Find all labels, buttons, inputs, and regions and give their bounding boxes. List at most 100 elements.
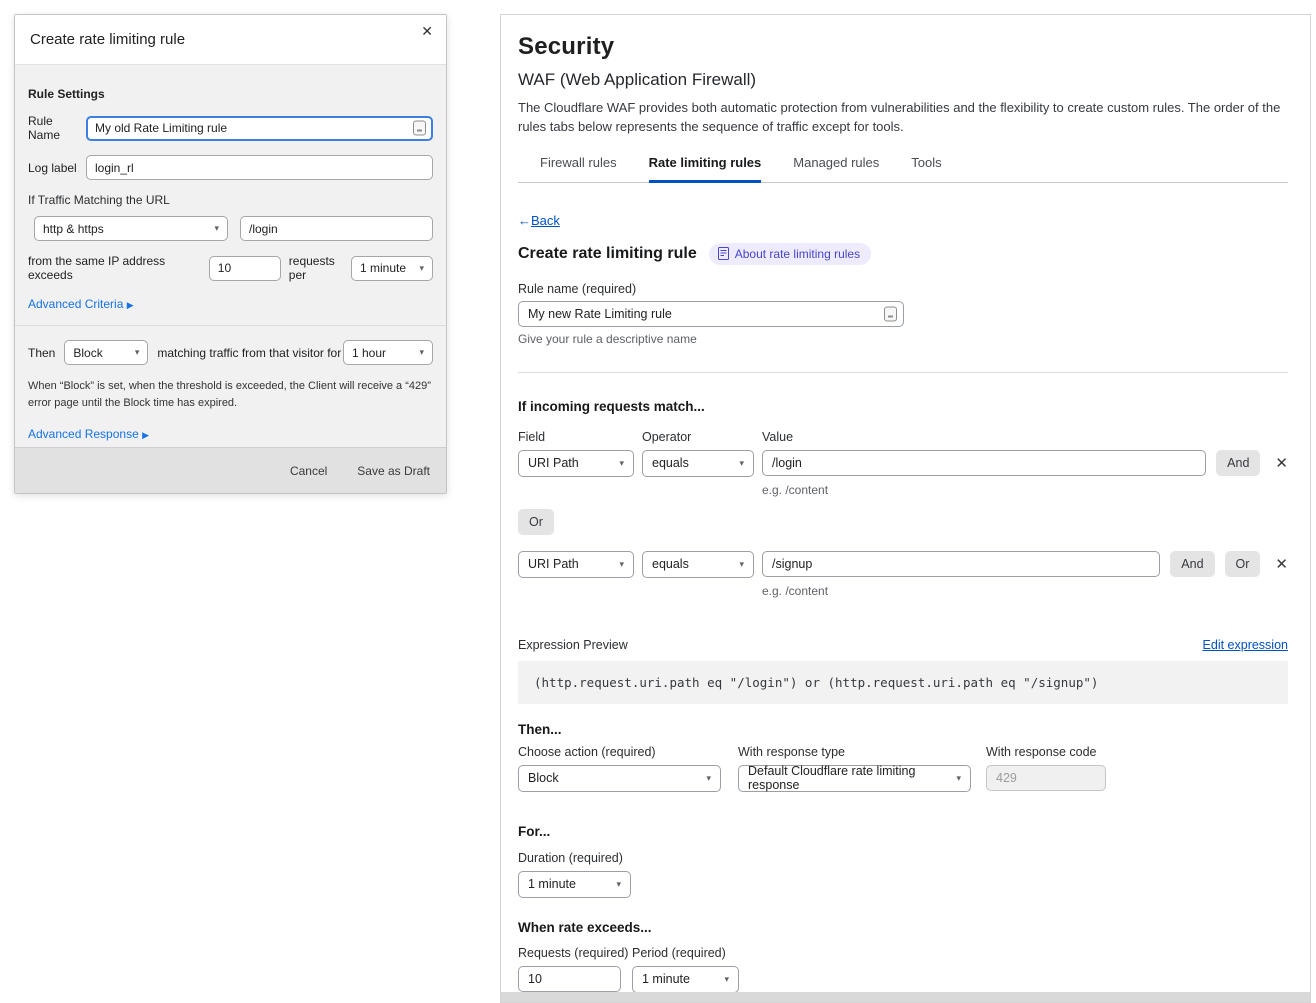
or-condition-button[interactable]: Or xyxy=(1225,551,1261,577)
page-description: The Cloudflare WAF provides both automat… xyxy=(518,99,1286,137)
value-input[interactable] xyxy=(762,551,1160,577)
log-label-input[interactable] xyxy=(86,155,433,180)
scheme-select[interactable]: http & https ▾ xyxy=(34,216,228,241)
then-text: Then xyxy=(28,346,55,360)
expression-preview-label: Expression Preview xyxy=(518,638,628,652)
chevron-down-icon: ▾ xyxy=(698,773,711,784)
duration-select[interactable]: 1 minute ▾ xyxy=(518,871,631,898)
operator-select[interactable]: equals ▾ xyxy=(642,450,754,477)
back-label: Back xyxy=(531,213,560,228)
save-as-draft-button[interactable]: Save as Draft xyxy=(357,464,430,478)
expression-preview-box: (http.request.uri.path eq "/login") or (… xyxy=(518,661,1288,704)
matching-traffic-text: matching traffic from that visitor for xyxy=(157,346,341,360)
duration-label: Duration (required) xyxy=(518,851,1288,865)
value-help: e.g. /content xyxy=(762,584,1288,598)
chevron-down-icon: ▾ xyxy=(411,347,424,358)
field-label: Field xyxy=(518,430,642,444)
back-link[interactable]: ←Back xyxy=(518,213,560,228)
cancel-button[interactable]: Cancel xyxy=(290,464,327,478)
url-pattern-input[interactable] xyxy=(240,216,433,241)
for-heading: For... xyxy=(518,824,1288,839)
action-select-value: Block xyxy=(73,346,102,360)
duration-select-value: 1 minute xyxy=(528,877,576,891)
log-label-row: Log label xyxy=(28,155,433,180)
period-select-value: 1 minute xyxy=(360,261,406,275)
action-select[interactable]: Block ▾ xyxy=(518,765,721,792)
traffic-matching-label: If Traffic Matching the URL xyxy=(28,193,433,207)
condition-row: URI Path ▾ equals ▾ And Or ✕ xyxy=(518,551,1288,578)
rule-name-group: Rule name (required) Give your rule a de… xyxy=(518,282,1288,346)
rate-controls: Requests (required) Period (required) 1 … xyxy=(518,946,1288,993)
page-title: Security xyxy=(518,33,1288,61)
requests-input[interactable] xyxy=(518,966,621,992)
url-match-row: http & https ▾ xyxy=(34,216,433,241)
divider xyxy=(518,372,1288,373)
rule-name-label: Rule Name xyxy=(28,114,86,142)
response-type-label: With response type xyxy=(738,745,971,759)
threshold-input[interactable] xyxy=(209,256,281,281)
condition-labels: Field Operator Value xyxy=(518,430,1288,444)
block-note-text: When “Block” is set, when the threshold … xyxy=(28,378,433,412)
then-controls: Choose action (required) Block ▾ With re… xyxy=(518,745,1288,792)
advanced-response-link[interactable]: Advanced Response ▶ xyxy=(28,427,149,441)
choose-action-label: Choose action (required) xyxy=(518,745,721,759)
dialog-header: Create rate limiting rule ✕ xyxy=(15,15,446,65)
scheme-select-value: http & https xyxy=(43,222,104,236)
period-select[interactable]: 1 minute ▾ xyxy=(351,256,433,281)
panel-bottom-bar xyxy=(501,992,1310,1002)
remove-condition-icon[interactable]: ✕ xyxy=(1275,456,1288,471)
rate-period-select[interactable]: 1 minute ▾ xyxy=(632,966,739,993)
document-icon xyxy=(718,247,729,260)
value-help: e.g. /content xyxy=(762,483,1288,497)
back-arrow-icon: ← xyxy=(518,213,531,228)
threshold-prefix-text: from the same IP address exceeds xyxy=(28,254,201,282)
tab-tools[interactable]: Tools xyxy=(911,155,941,183)
ban-duration-select[interactable]: 1 hour ▾ xyxy=(343,340,433,365)
edit-expression-link[interactable]: Edit expression xyxy=(1203,638,1288,652)
field-select-value: URI Path xyxy=(528,456,579,470)
response-type-select[interactable]: Default Cloudflare rate limiting respons… xyxy=(738,765,971,792)
advanced-response-label: Advanced Response xyxy=(28,427,139,441)
field-select[interactable]: URI Path ▾ xyxy=(518,450,634,477)
period-label: Period (required) xyxy=(632,946,739,960)
log-label-label: Log label xyxy=(28,161,86,175)
field-select[interactable]: URI Path ▾ xyxy=(518,551,634,578)
remove-condition-icon[interactable]: ✕ xyxy=(1275,557,1288,572)
tab-rate-limiting-rules[interactable]: Rate limiting rules xyxy=(649,155,762,183)
field-select-value: URI Path xyxy=(528,557,579,571)
tab-firewall-rules[interactable]: Firewall rules xyxy=(540,155,617,183)
rule-settings-heading: Rule Settings xyxy=(28,87,433,101)
dialog-title: Create rate limiting rule xyxy=(30,31,185,48)
rule-name-help: Give your rule a descriptive name xyxy=(518,332,1288,346)
autofill-icon xyxy=(413,121,426,136)
response-code-label: With response code xyxy=(986,745,1106,759)
threshold-row: from the same IP address exceeds request… xyxy=(28,254,433,282)
disclosure-arrow-icon: ▶ xyxy=(142,430,149,440)
chevron-down-icon: ▾ xyxy=(611,559,624,570)
value-input[interactable] xyxy=(762,450,1206,476)
requests-label: Requests (required) xyxy=(518,946,621,960)
disclosure-arrow-icon: ▶ xyxy=(127,300,134,310)
security-waf-panel: Security WAF (Web Application Firewall) … xyxy=(500,14,1311,1003)
chevron-down-icon: ▾ xyxy=(206,223,219,234)
badge-label: About rate limiting rules xyxy=(735,247,860,261)
rule-name-input[interactable] xyxy=(518,301,904,327)
action-select[interactable]: Block ▾ xyxy=(64,340,148,365)
close-icon[interactable]: ✕ xyxy=(421,24,433,38)
tab-managed-rules[interactable]: Managed rules xyxy=(793,155,879,183)
advanced-criteria-link[interactable]: Advanced Criteria ▶ xyxy=(28,297,134,311)
chevron-down-icon: ▾ xyxy=(127,347,140,358)
about-rate-limiting-badge[interactable]: About rate limiting rules xyxy=(709,243,871,265)
or-condition-button[interactable]: Or xyxy=(518,509,554,535)
response-type-select-value: Default Cloudflare rate limiting respons… xyxy=(748,764,948,792)
form-heading-row: Create rate limiting rule About rate lim… xyxy=(518,243,1288,265)
action-select-value: Block xyxy=(528,771,559,785)
chevron-down-icon: ▾ xyxy=(948,773,961,784)
dialog-body: Rule Settings Rule Name Log label If Tra… xyxy=(15,65,446,500)
operator-select[interactable]: equals ▾ xyxy=(642,551,754,578)
then-heading: Then... xyxy=(518,722,1288,737)
rule-name-input[interactable] xyxy=(86,116,433,141)
and-condition-button[interactable]: And xyxy=(1170,551,1214,577)
chevron-down-icon: ▾ xyxy=(731,559,744,570)
and-condition-button[interactable]: And xyxy=(1216,450,1260,476)
